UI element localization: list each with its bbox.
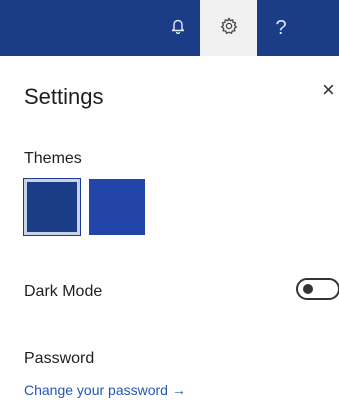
notifications-button[interactable] bbox=[156, 0, 200, 56]
settings-screen: ? Settings × Themes Dark Mode Password C… bbox=[0, 0, 339, 416]
toggle-knob bbox=[303, 284, 313, 294]
help-button[interactable]: ? bbox=[257, 0, 305, 56]
bell-icon bbox=[171, 18, 185, 39]
close-button[interactable]: × bbox=[322, 78, 339, 102]
theme-swatch-blue[interactable] bbox=[89, 179, 145, 235]
close-icon: × bbox=[322, 78, 335, 102]
dark-mode-toggle[interactable] bbox=[296, 278, 339, 300]
password-heading: Password bbox=[24, 350, 95, 367]
panel-title: Settings bbox=[24, 84, 104, 109]
settings-button[interactable] bbox=[200, 0, 257, 56]
dark-mode-label: Dark Mode bbox=[24, 283, 103, 300]
theme-swatch-navy[interactable] bbox=[24, 179, 80, 235]
change-password-link[interactable]: Change your password → bbox=[24, 382, 186, 398]
settings-panel: Settings × Themes Dark Mode Password Cha… bbox=[0, 56, 339, 416]
top-bar: ? bbox=[0, 0, 339, 56]
gear-icon bbox=[220, 16, 238, 40]
themes-heading: Themes bbox=[24, 150, 82, 167]
help-icon: ? bbox=[275, 17, 287, 39]
